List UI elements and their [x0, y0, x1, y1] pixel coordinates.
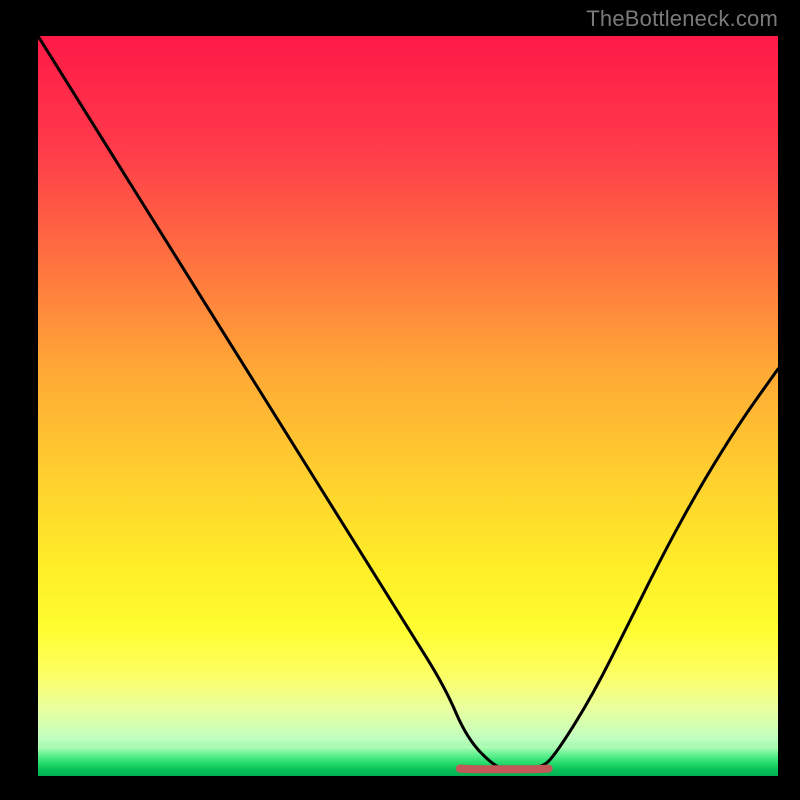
chart-svg — [38, 36, 778, 776]
watermark-text: TheBottleneck.com — [586, 6, 778, 32]
bottleneck-curve — [38, 36, 778, 769]
optimal-flat-marker — [460, 769, 549, 770]
chart-frame: TheBottleneck.com — [0, 0, 800, 800]
plot-area — [38, 36, 778, 776]
